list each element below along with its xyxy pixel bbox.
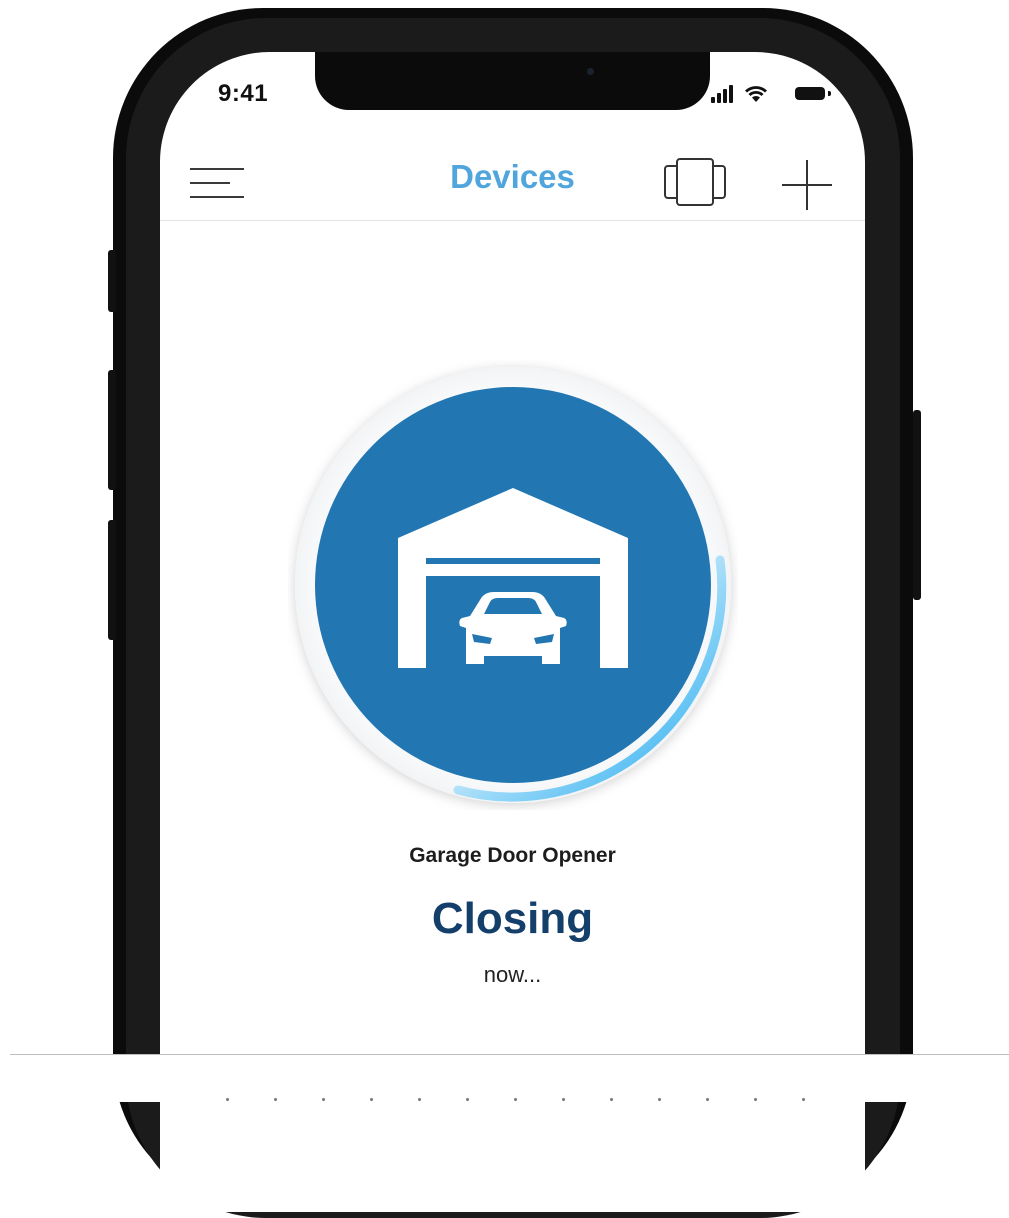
notch [315, 52, 710, 110]
device-view-button[interactable] [662, 156, 728, 208]
device-name: Garage Door Opener [409, 844, 616, 867]
volume-down-button [108, 520, 116, 640]
volume-up-button [108, 370, 116, 490]
garage-door-toggle[interactable] [288, 360, 738, 810]
garage-car-icon [398, 488, 628, 668]
page-title: Devices [450, 158, 575, 195]
wifi-icon [745, 86, 767, 102]
app-screen: 9:41 Devices Garage Door Opener Closing … [160, 52, 865, 1212]
page-footer-area [0, 1055, 1009, 1102]
door-status-detail: now... [483, 962, 542, 987]
plus-icon [782, 160, 832, 210]
camera-dot [587, 68, 594, 75]
menu-button[interactable] [190, 164, 244, 204]
status-icons [711, 83, 831, 103]
nav-bar: Devices [160, 146, 865, 221]
power-button [913, 410, 921, 600]
add-device-button[interactable] [780, 158, 834, 212]
status-time: 9:41 [218, 80, 269, 107]
page-dots [226, 1098, 816, 1102]
device-cards-icon [664, 158, 726, 206]
silent-switch [108, 250, 116, 312]
door-status: Closing [431, 894, 594, 943]
